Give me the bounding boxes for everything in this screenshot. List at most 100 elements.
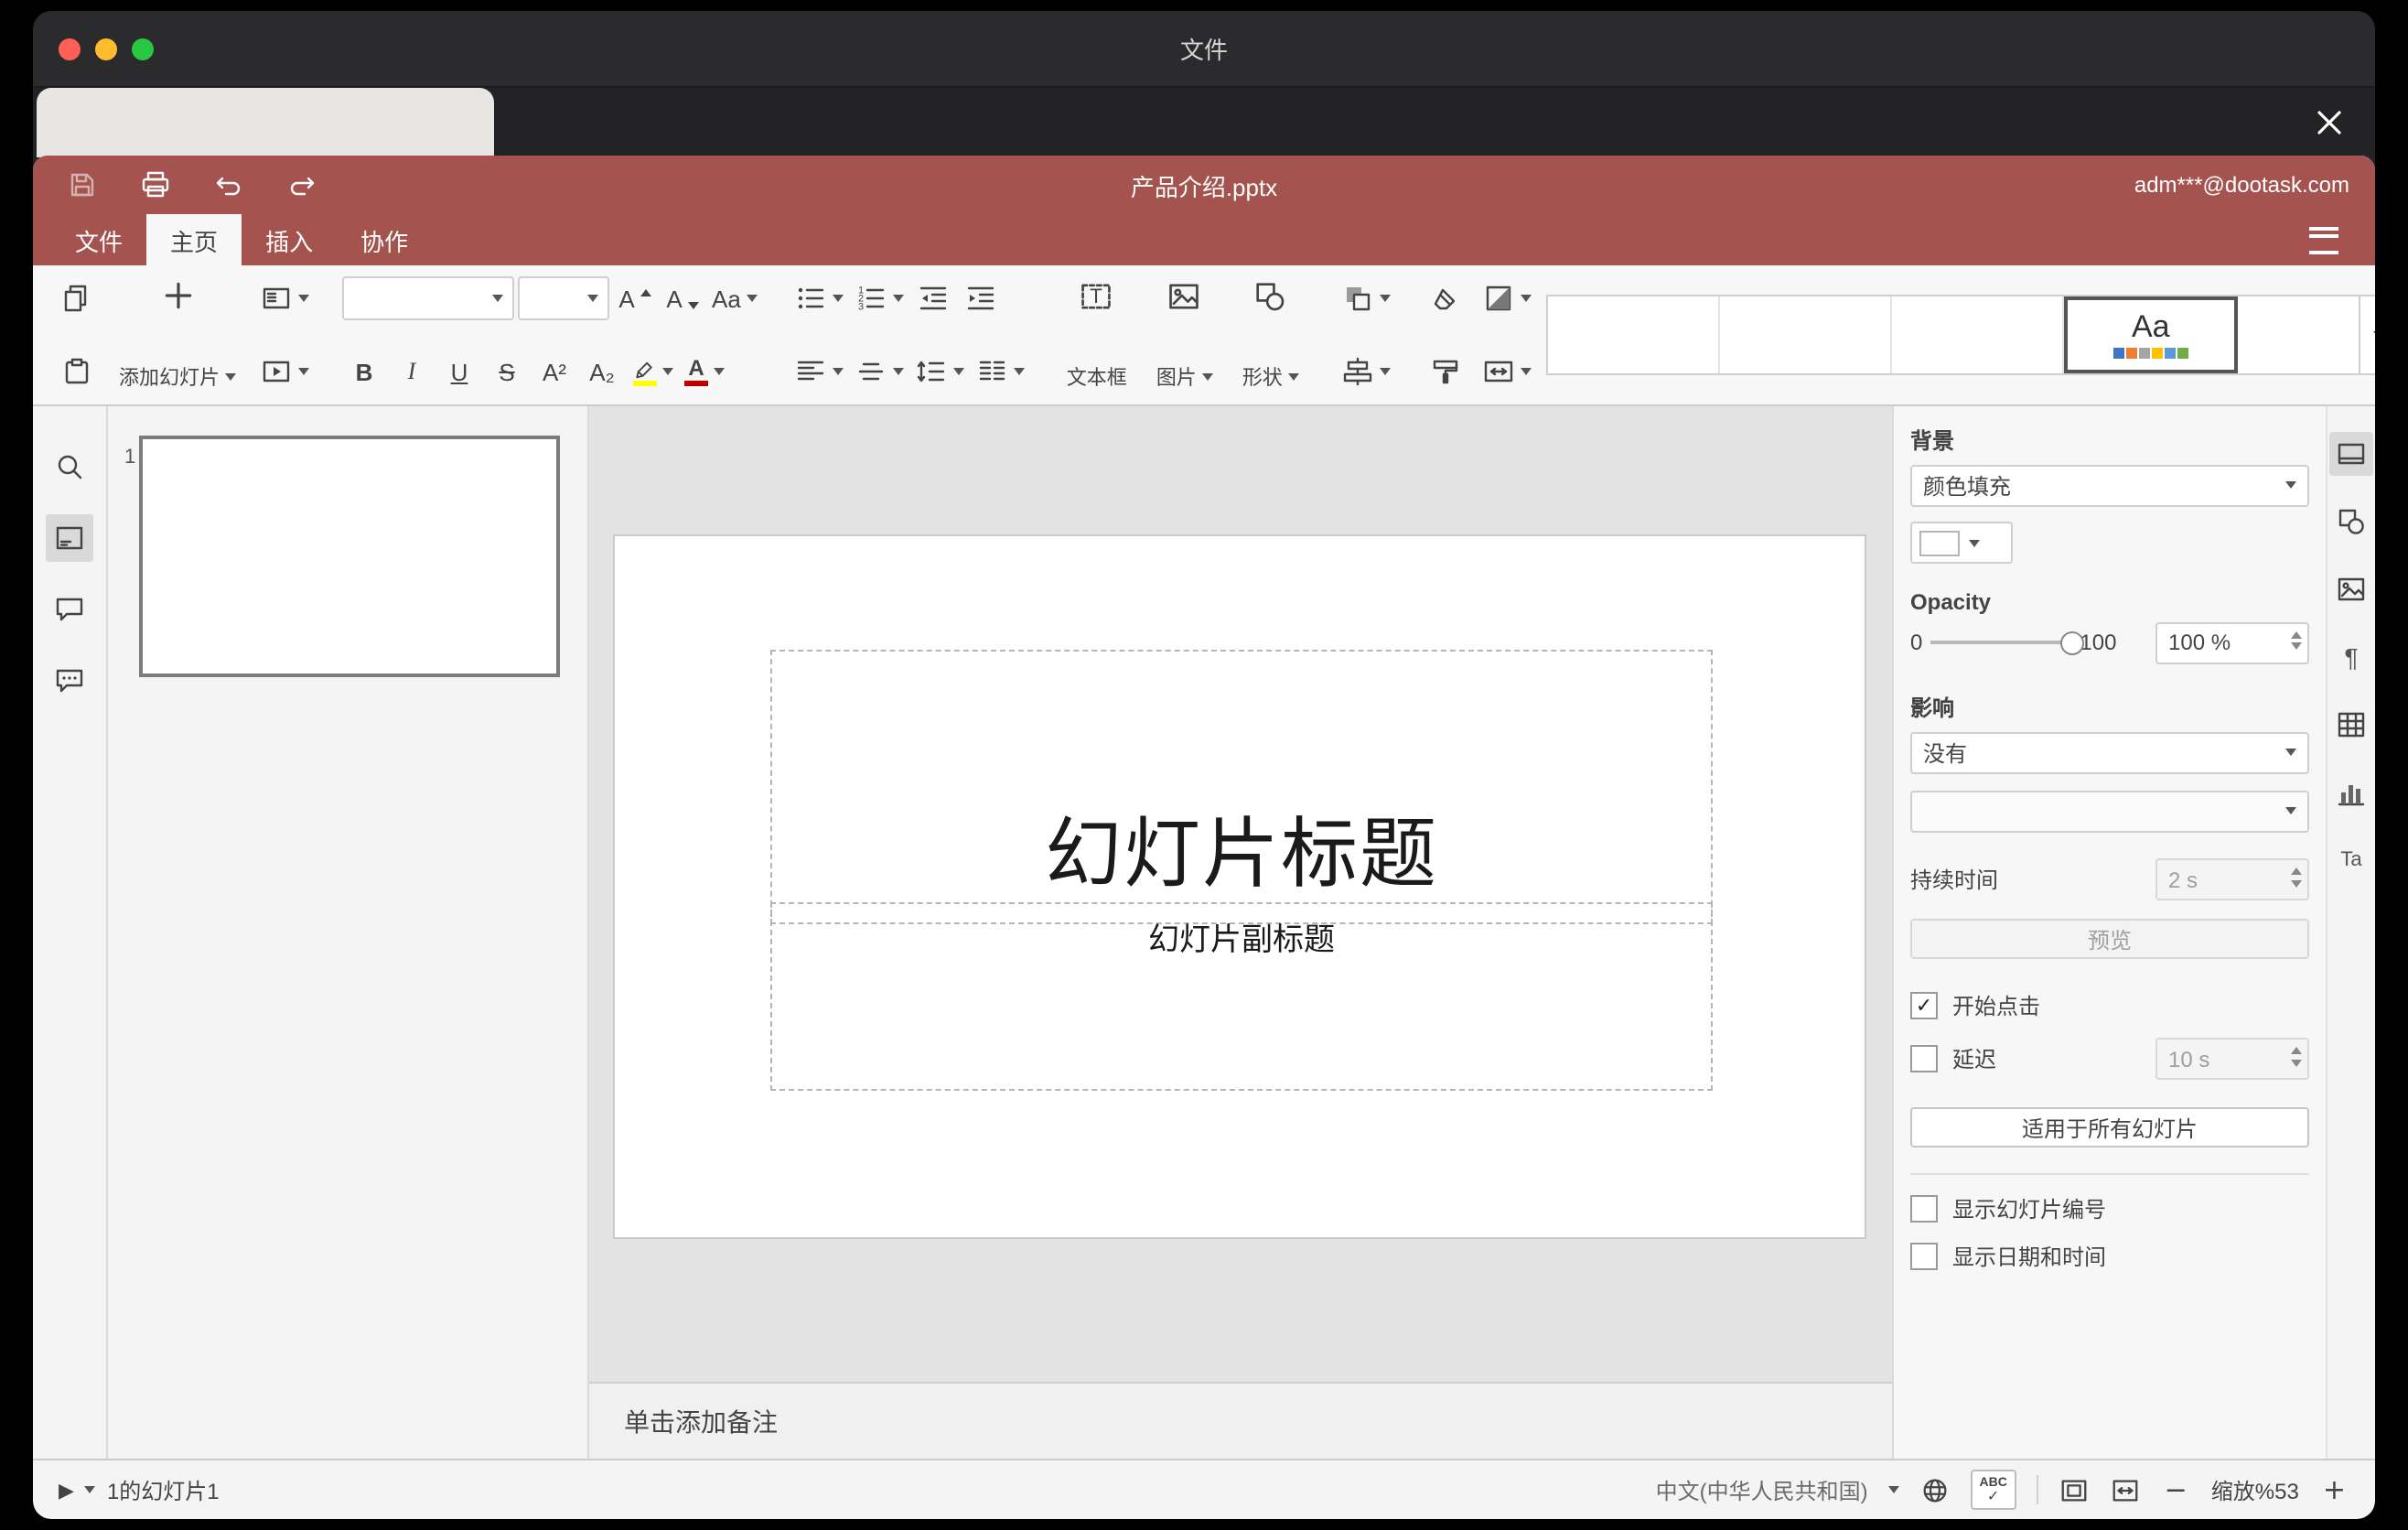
theme-cell[interactable]: [1547, 296, 1720, 373]
add-slide-button[interactable]: 添加幻灯片: [110, 273, 245, 397]
theme-cell[interactable]: [1891, 296, 2064, 373]
increase-indent-icon[interactable]: [959, 276, 1003, 320]
theme-cell[interactable]: [1719, 296, 1892, 373]
show-slide-number-checkbox[interactable]: [1910, 1195, 1938, 1223]
print-icon[interactable]: [132, 163, 179, 207]
superscript-button[interactable]: A²: [532, 350, 576, 393]
language-chevron-icon[interactable]: [1887, 1486, 1899, 1493]
theme-gallery-expand-icon[interactable]: [2360, 295, 2375, 375]
numbering-icon[interactable]: 123: [851, 276, 908, 320]
copy-style-icon[interactable]: [1424, 350, 1467, 393]
theme-cell[interactable]: [2237, 296, 2359, 373]
tab-home[interactable]: 主页: [146, 214, 242, 265]
clear-style-icon[interactable]: [1424, 276, 1467, 320]
arrange-shape-icon[interactable]: [1338, 276, 1394, 320]
hamburger-menu-icon[interactable]: [2298, 214, 2349, 265]
comments-icon[interactable]: [46, 586, 93, 633]
delay-checkbox[interactable]: [1910, 1045, 1938, 1072]
decrease-font-icon[interactable]: A: [661, 276, 704, 320]
insert-shape-button[interactable]: 形状: [1233, 273, 1308, 397]
slide-thumbnail[interactable]: [139, 436, 560, 677]
horizontal-align-icon[interactable]: [790, 350, 847, 393]
decrease-indent-icon[interactable]: [911, 276, 955, 320]
table-settings-icon[interactable]: [2329, 703, 2373, 747]
effect-select[interactable]: 没有: [1910, 732, 2309, 774]
zoom-in-button[interactable]: +: [2319, 1473, 2349, 1506]
paste-icon[interactable]: [55, 350, 99, 393]
subtitle-placeholder[interactable]: 幻灯片副标题: [770, 902, 1713, 1091]
textart-settings-icon[interactable]: Ta: [2329, 838, 2373, 882]
undo-icon[interactable]: [205, 163, 253, 207]
fit-slide-icon[interactable]: [2059, 1474, 2090, 1505]
opacity-value-input[interactable]: 100 %: [2155, 621, 2309, 663]
opacity-slider[interactable]: [1930, 631, 2084, 655]
strikethrough-button[interactable]: S: [485, 350, 529, 393]
copy-icon[interactable]: [55, 276, 99, 320]
tab-file[interactable]: 文件: [51, 214, 146, 265]
background-color-swatch[interactable]: [1910, 522, 2013, 564]
slides-panel-icon[interactable]: [46, 514, 93, 562]
slideshow-options-chevron-icon[interactable]: [84, 1486, 96, 1493]
bold-button[interactable]: B: [342, 350, 386, 393]
spinner-down-icon[interactable]: [2291, 879, 2302, 887]
paragraph-settings-icon[interactable]: ¶: [2329, 635, 2373, 679]
close-traffic-light[interactable]: [59, 38, 81, 59]
vertical-align-icon[interactable]: [851, 350, 908, 393]
notes-area[interactable]: 单击添加备注: [589, 1382, 1892, 1459]
set-language-globe-icon[interactable]: [1919, 1474, 1951, 1505]
font-color-icon[interactable]: A: [681, 350, 728, 393]
change-layout-icon[interactable]: [256, 276, 313, 320]
redo-icon[interactable]: [278, 163, 326, 207]
change-case-icon[interactable]: Aa: [708, 276, 761, 320]
start-slideshow-status-icon[interactable]: ▶: [59, 1478, 74, 1502]
start-on-click-checkbox[interactable]: ✓: [1910, 992, 1938, 1019]
tab-insert[interactable]: 插入: [242, 214, 337, 265]
italic-button[interactable]: I: [390, 350, 434, 393]
shape-settings-icon[interactable]: [2329, 500, 2373, 544]
spinner-down-icon[interactable]: [2291, 1059, 2302, 1066]
search-icon[interactable]: [46, 443, 93, 490]
start-slideshow-icon[interactable]: [256, 350, 313, 393]
slide-canvas-area[interactable]: 幻灯片标题 幻灯片副标题: [589, 406, 1892, 1382]
columns-icon[interactable]: [972, 350, 1028, 393]
spinner-up-icon[interactable]: [2291, 630, 2302, 638]
slide-canvas[interactable]: 幻灯片标题 幻灯片副标题: [615, 536, 1865, 1237]
zoom-traffic-light[interactable]: [132, 38, 154, 59]
tab-collaboration[interactable]: 协作: [337, 214, 432, 265]
document-language[interactable]: 中文(中华人民共和国): [1656, 1474, 1868, 1505]
spinner-up-icon[interactable]: [2291, 867, 2302, 875]
save-icon[interactable]: [59, 163, 106, 207]
increase-font-icon[interactable]: A: [613, 276, 657, 320]
duration-input[interactable]: 2 s: [2155, 858, 2309, 900]
delay-input[interactable]: 10 s: [2155, 1038, 2309, 1080]
insert-image-button[interactable]: 图片: [1147, 273, 1222, 397]
spinner-up-icon[interactable]: [2291, 1047, 2302, 1054]
insert-textbox-button[interactable]: T 文本框: [1058, 273, 1136, 397]
feedback-icon[interactable]: [46, 657, 93, 705]
spinner-down-icon[interactable]: [2291, 642, 2302, 650]
opacity-slider-knob[interactable]: [2059, 631, 2084, 655]
apply-to-all-slides-button[interactable]: 适用于所有幻灯片: [1910, 1107, 2309, 1148]
fit-width-icon[interactable]: [2110, 1474, 2141, 1505]
shape-fill-icon[interactable]: [1478, 276, 1535, 320]
background-fill-select[interactable]: 颜色填充: [1910, 465, 2309, 507]
underline-button[interactable]: U: [437, 350, 481, 393]
slide-size-icon[interactable]: [1478, 350, 1535, 393]
slide-settings-icon[interactable]: [2329, 432, 2373, 476]
font-size-combo[interactable]: [518, 276, 609, 320]
theme-cell-selected[interactable]: Aa: [2063, 296, 2238, 373]
chart-settings-icon[interactable]: [2329, 770, 2373, 814]
preview-button[interactable]: 预览: [1910, 919, 2309, 959]
show-datetime-checkbox[interactable]: [1910, 1243, 1938, 1270]
subscript-button[interactable]: A₂: [580, 350, 624, 393]
image-settings-icon[interactable]: [2329, 567, 2373, 611]
title-placeholder[interactable]: 幻灯片标题: [770, 650, 1713, 924]
spellcheck-icon[interactable]: ABC ✓: [1970, 1470, 2016, 1510]
zoom-out-button[interactable]: −: [2161, 1473, 2191, 1506]
close-icon[interactable]: [2306, 99, 2353, 146]
line-spacing-icon[interactable]: [911, 350, 968, 393]
align-shape-icon[interactable]: [1338, 350, 1394, 393]
minimize-traffic-light[interactable]: [95, 38, 117, 59]
highlight-color-icon[interactable]: [628, 350, 677, 393]
effect-type-select[interactable]: [1910, 791, 2309, 833]
